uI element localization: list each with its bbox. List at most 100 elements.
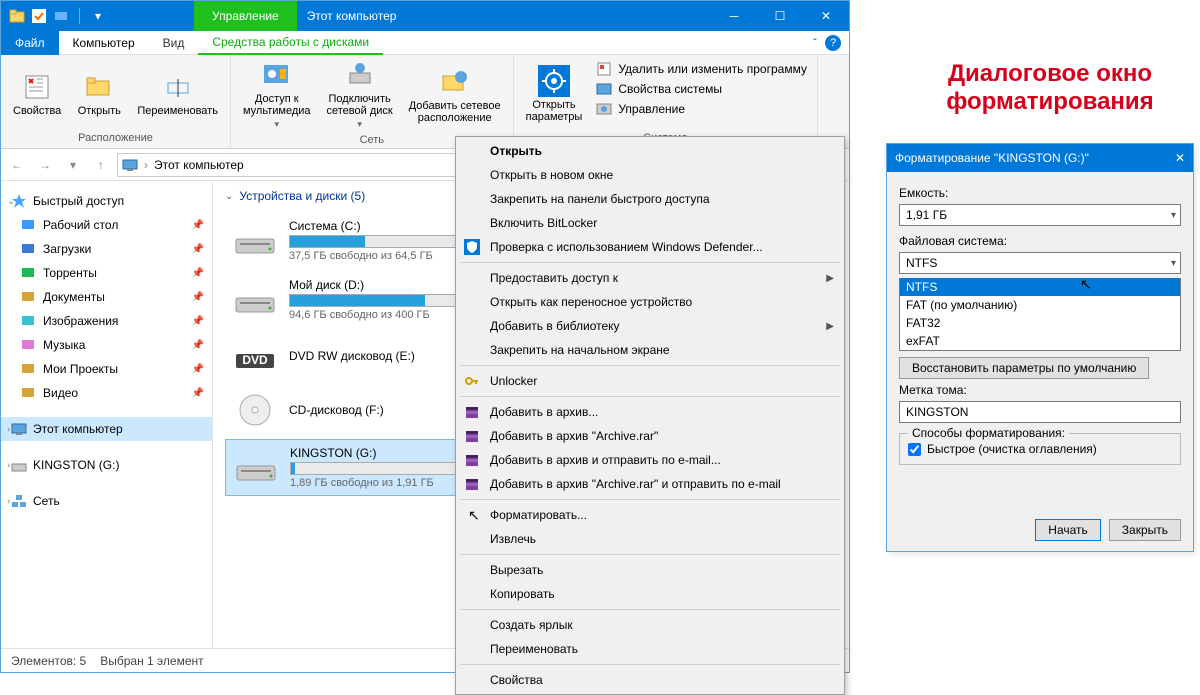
sidebar-quick-access[interactable]: ⌄Быстрый доступ (1, 189, 212, 213)
sidebar-item[interactable]: Музыка📌 (1, 333, 212, 357)
pin-icon: 📌 (192, 340, 204, 351)
folder-icon (21, 289, 37, 305)
context-menu-item[interactable]: Добавить в архив "Archive.rar" и отправи… (458, 472, 842, 496)
sidebar-this-pc[interactable]: ›Этот компьютер (1, 417, 212, 441)
sidebar-item[interactable]: Торренты📌 (1, 261, 212, 285)
sidebar-item[interactable]: Документы📌 (1, 285, 212, 309)
context-menu-item[interactable]: Включить BitLocker (458, 211, 842, 235)
context-menu-item[interactable]: Извлечь (458, 527, 842, 551)
drive-icon (231, 391, 279, 429)
sidebar-item[interactable]: Изображения📌 (1, 309, 212, 333)
context-menu-item[interactable]: Вырезать (458, 558, 842, 582)
shield-icon (464, 239, 480, 255)
recent-button[interactable]: ▾ (61, 153, 85, 177)
sidebar-kingston[interactable]: ›KINGSTON (G:) (1, 453, 212, 477)
status-selection: Выбран 1 элемент (100, 654, 203, 668)
map-network-drive-button[interactable]: Подключить сетевой диск▾ (321, 57, 399, 132)
status-count: Элементов: 5 (11, 654, 86, 668)
overflow-icon[interactable] (53, 8, 69, 24)
pin-icon: 📌 (192, 292, 204, 303)
filesystem-option[interactable]: exFAT (900, 332, 1180, 350)
help-icon[interactable]: ? (825, 35, 841, 51)
context-menu-item[interactable]: Переименовать (458, 637, 842, 661)
media-access-button[interactable]: Доступ к мультимедиа▾ (237, 57, 317, 132)
context-menu-item[interactable]: Закрепить на панели быстрого доступа (458, 187, 842, 211)
filesystem-select[interactable]: NTFS▾ (899, 252, 1181, 274)
back-button[interactable]: ← (5, 153, 29, 177)
system-properties-link[interactable]: Свойства системы (596, 81, 807, 97)
context-menu-item[interactable]: Форматировать...↖ (458, 503, 842, 527)
folder-icon (9, 8, 25, 24)
tab-computer[interactable]: Компьютер (59, 31, 149, 55)
key-icon (464, 373, 480, 389)
drive-icon: DVD (231, 337, 279, 375)
tab-file[interactable]: Файл (1, 31, 59, 55)
tab-drive-tools[interactable]: Средства работы с дисками (198, 31, 383, 55)
close-dialog-button[interactable]: Закрыть (1109, 519, 1181, 541)
maximize-button[interactable]: ☐ (757, 1, 803, 31)
filesystem-label: Файловая система: (899, 234, 1181, 248)
context-menu-item[interactable]: Добавить в архив... (458, 400, 842, 424)
sidebar-item[interactable]: Видео📌 (1, 381, 212, 405)
rar-icon (464, 476, 480, 492)
sidebar-item[interactable]: Рабочий стол📌 (1, 213, 212, 237)
group-label-location: Расположение (7, 130, 224, 146)
tab-view[interactable]: Вид (149, 31, 199, 55)
context-menu-item[interactable]: Предоставить доступ к▶ (458, 266, 842, 290)
minimize-button[interactable]: ─ (711, 1, 757, 31)
volume-label-input[interactable]: KINGSTON (899, 401, 1181, 423)
context-menu-item[interactable]: Создать ярлык (458, 613, 842, 637)
cursor-icon: ↖ (1080, 276, 1092, 293)
manage-link[interactable]: Управление (596, 101, 807, 117)
context-menu-item[interactable]: Добавить в библиотеку▶ (458, 314, 842, 338)
folder-icon (21, 241, 37, 257)
format-options-group: Способы форматирования: Быстрое (очистка… (899, 433, 1181, 465)
sidebar-item[interactable]: Мои Проекты📌 (1, 357, 212, 381)
open-button[interactable]: Открыть (71, 57, 127, 130)
pin-icon: 📌 (192, 220, 204, 231)
manage-contextual-tab[interactable]: Управление (194, 1, 297, 31)
context-menu-item[interactable]: Копировать (458, 582, 842, 606)
folder-icon (21, 385, 37, 401)
pin-icon: 📌 (192, 388, 204, 399)
dropdown-icon[interactable]: ▾ (90, 8, 106, 24)
sidebar-network[interactable]: ›Сеть (1, 489, 212, 513)
add-network-location-button[interactable]: Добавить сетевое расположение (403, 57, 507, 132)
rename-button[interactable]: Переименовать (131, 57, 224, 130)
filesystem-option[interactable]: FAT (по умолчанию) (900, 296, 1180, 314)
ribbon-tabs: Файл Компьютер Вид Средства работы с дис… (1, 31, 849, 55)
forward-button[interactable]: → (33, 153, 57, 177)
pin-icon: 📌 (192, 268, 204, 279)
annotation-heading: Диалоговое окно форматирования (910, 60, 1190, 116)
format-dialog: Форматирование "KINGSTON (G:)"✕ Емкость:… (886, 143, 1194, 552)
open-settings-button[interactable]: Открыть параметры (520, 57, 589, 130)
ribbon: Свойства Открыть Переименовать Расположе… (1, 55, 849, 149)
properties-button[interactable]: Свойства (7, 57, 67, 130)
context-menu-item[interactable]: Добавить в архив и отправить по e-mail..… (458, 448, 842, 472)
context-menu-item[interactable]: Открыть (458, 139, 842, 163)
filesystem-option[interactable]: NTFS (900, 278, 1180, 296)
context-menu-item[interactable]: Открыть в новом окне (458, 163, 842, 187)
up-button[interactable]: ↑ (89, 153, 113, 177)
folder-icon (21, 313, 37, 329)
uninstall-programs-link[interactable]: Удалить или изменить программу (596, 61, 807, 77)
context-menu-item[interactable]: Свойства (458, 668, 842, 692)
capacity-select[interactable]: 1,91 ГБ▾ (899, 204, 1181, 226)
context-menu-item[interactable]: Unlocker (458, 369, 842, 393)
folder-icon (21, 217, 37, 233)
context-menu-item[interactable]: Закрепить на начальном экране (458, 338, 842, 362)
quick-format-checkbox[interactable]: Быстрое (очистка оглавления) (908, 442, 1172, 456)
checkbox-icon[interactable] (31, 8, 47, 24)
context-menu-item[interactable]: Добавить в архив "Archive.rar" (458, 424, 842, 448)
dialog-close-button[interactable]: ✕ (1175, 151, 1185, 165)
collapse-ribbon-icon[interactable]: ˇ (813, 36, 817, 50)
close-button[interactable]: ✕ (803, 1, 849, 31)
folder-icon (21, 265, 37, 281)
rar-icon (464, 404, 480, 420)
filesystem-option[interactable]: FAT32 (900, 314, 1180, 332)
context-menu-item[interactable]: Проверка с использованием Windows Defend… (458, 235, 842, 259)
start-button[interactable]: Начать (1035, 519, 1101, 541)
sidebar-item[interactable]: Загрузки📌 (1, 237, 212, 261)
restore-defaults-button[interactable]: Восстановить параметры по умолчанию (899, 357, 1149, 379)
context-menu-item[interactable]: Открыть как переносное устройство (458, 290, 842, 314)
